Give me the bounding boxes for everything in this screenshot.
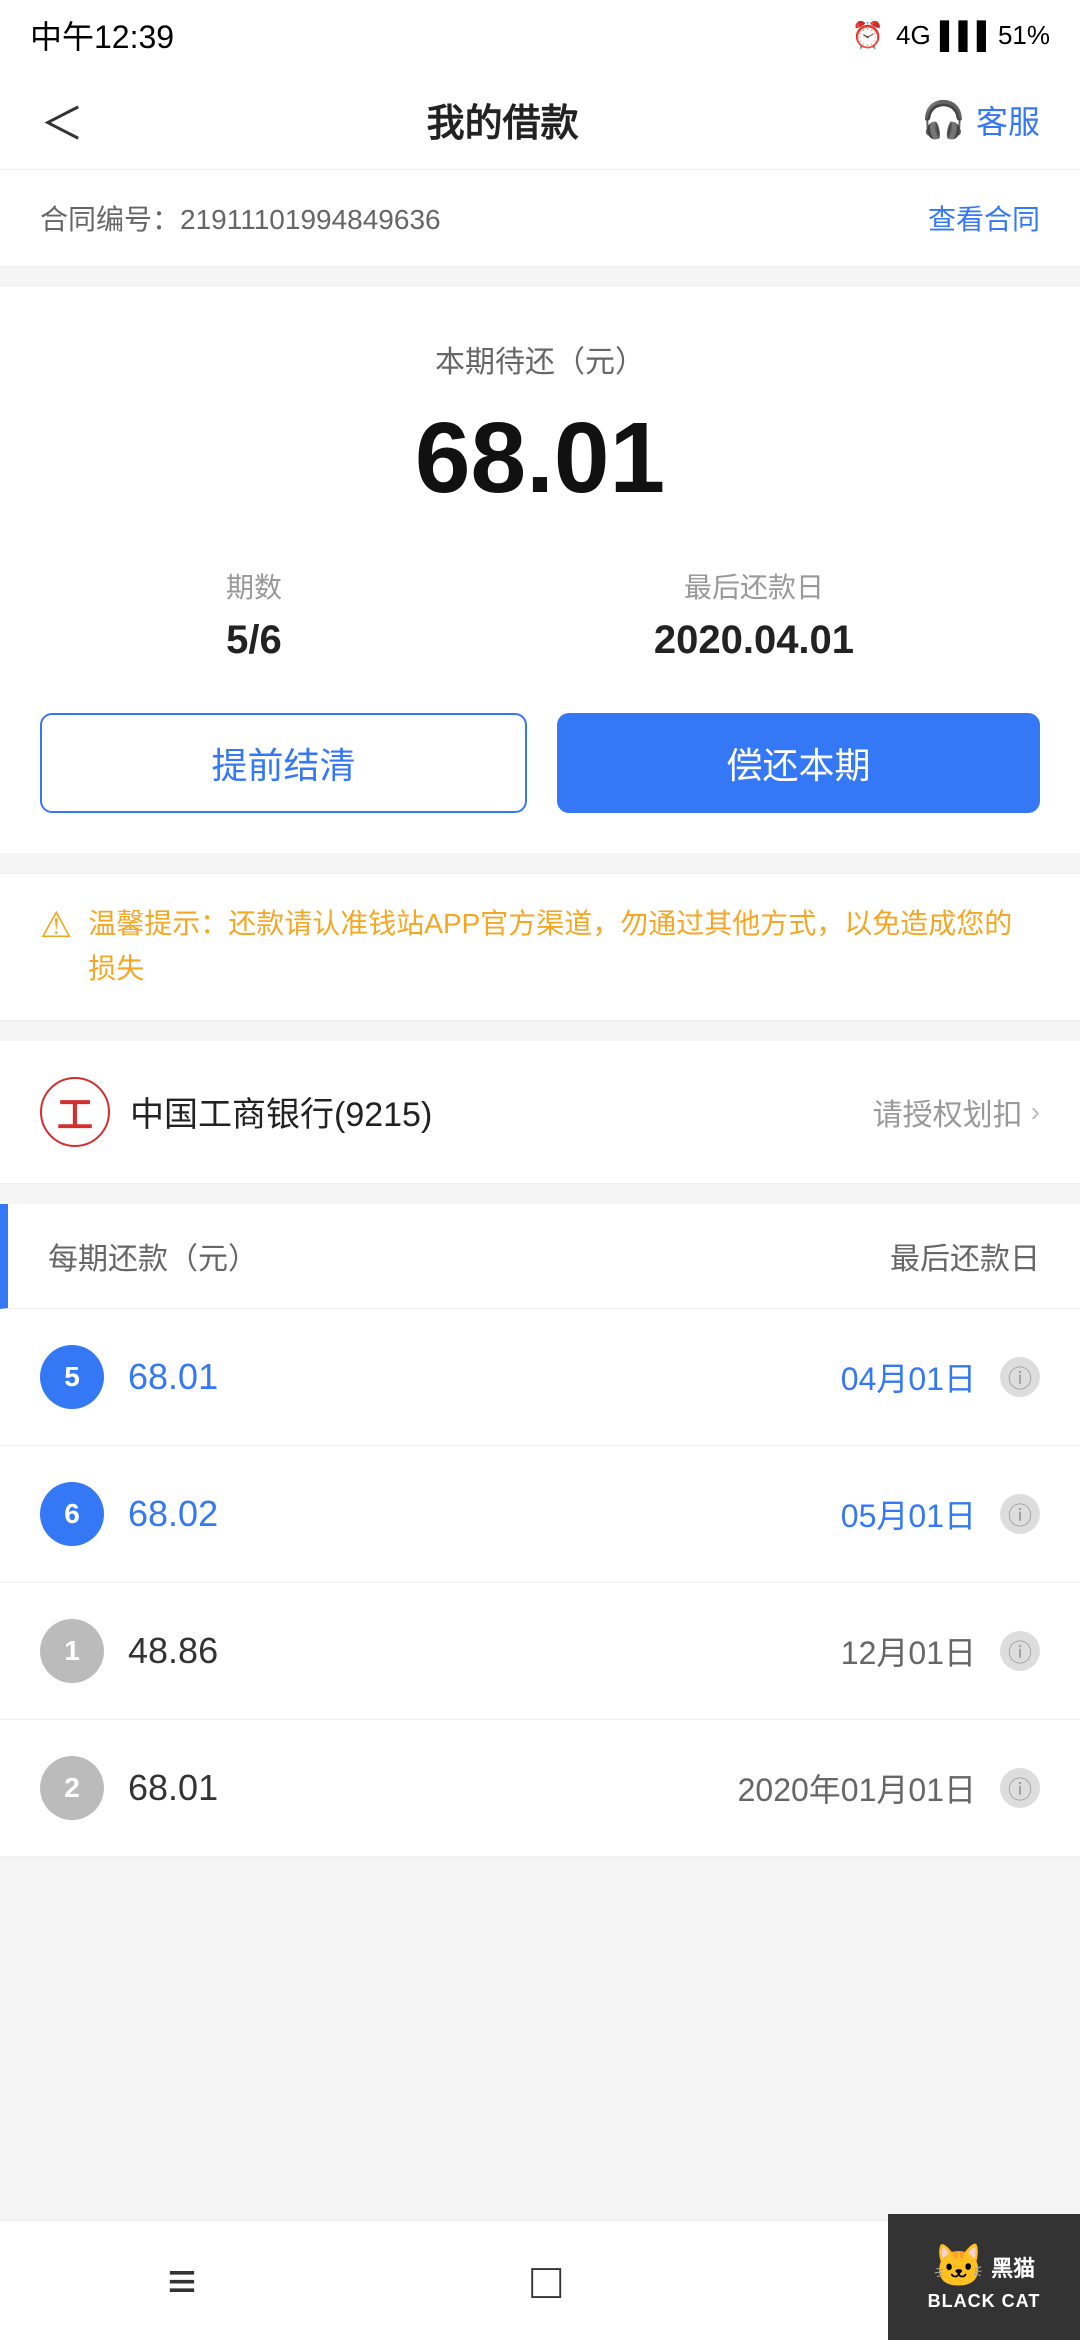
main-card: 本期待还（元） 68.01 期数 5/6 最后还款日 2020.04.01 提前… — [0, 287, 1080, 853]
cat-logo: 🐱 黑猫 — [933, 2242, 1035, 2291]
period-badge-1: 1 — [40, 1619, 104, 1683]
view-contract-link[interactable]: 查看合同 — [928, 198, 1040, 238]
amount-value: 68.01 — [40, 401, 1040, 516]
list-header: 每期还款（元） 最后还款日 — [0, 1204, 1080, 1309]
page-title: 我的借款 — [427, 92, 579, 147]
list-item: 6 68.02 05月01日 ⓘ — [0, 1446, 1080, 1583]
due-date-value: 2020.04.01 — [654, 618, 854, 663]
row-amount-6: 68.02 — [128, 1493, 817, 1535]
home-button[interactable]: □ — [531, 2252, 561, 2310]
period-badge-2: 2 — [40, 1756, 104, 1820]
info-icon-6[interactable]: ⓘ — [1000, 1494, 1040, 1534]
alarm-icon: ⏰ — [852, 20, 884, 51]
black-cat-text: BLACK CAT — [928, 2291, 1041, 2312]
nav-bar: ＜ 我的借款 🎧 客服 — [0, 70, 1080, 170]
row-date-6: 05月01日 — [841, 1491, 976, 1537]
sim-icon: 4G▐▐▐ — [896, 20, 986, 51]
bank-action-label: 请授权划扣 — [873, 1090, 1023, 1134]
list-item: 1 48.86 12月01日 ⓘ — [0, 1583, 1080, 1720]
menu-button[interactable]: ≡ — [167, 2252, 196, 2310]
period-label: 期数 — [226, 566, 282, 606]
battery-icon: 51% — [998, 20, 1050, 51]
repayment-list: 每期还款（元） 最后还款日 5 68.01 04月01日 ⓘ 6 68.02 0… — [0, 1204, 1080, 1857]
period-badge-6: 6 — [40, 1482, 104, 1546]
cat-face-icon: 🐱 — [933, 2242, 985, 2291]
pay-current-period-button[interactable]: 偿还本期 — [557, 713, 1040, 813]
status-bar: 中午12:39 ⏰ 4G▐▐▐ 51% — [0, 0, 1080, 70]
bank-info: 工 中国工商银行(9215) — [40, 1077, 432, 1147]
loan-info: 期数 5/6 最后还款日 2020.04.01 — [40, 566, 1040, 663]
contract-bar: 合同编号：21911101994849636 查看合同 — [0, 170, 1080, 267]
cat-label: 黑猫 — [991, 2251, 1035, 2283]
warning-icon: ⚠ — [40, 904, 72, 946]
list-header-amount: 每期还款（元） — [48, 1234, 258, 1278]
info-icon-5[interactable]: ⓘ — [1000, 1357, 1040, 1397]
row-amount-5: 68.01 — [128, 1356, 817, 1398]
action-buttons: 提前结清 偿还本期 — [40, 713, 1040, 813]
period-info: 期数 5/6 — [226, 566, 282, 663]
bank-action[interactable]: 请授权划扣 › — [873, 1090, 1040, 1134]
row-amount-2: 68.01 — [128, 1767, 714, 1809]
list-header-date: 最后还款日 — [890, 1234, 1040, 1278]
contract-number: 合同编号：21911101994849636 — [40, 198, 441, 238]
row-date-5: 04月01日 — [841, 1354, 976, 1400]
list-item: 2 68.01 2020年01月01日 ⓘ — [0, 1720, 1080, 1857]
info-icon-2[interactable]: ⓘ — [1000, 1768, 1040, 1808]
bank-icon: 工 — [40, 1077, 110, 1147]
notice-text: 温馨提示：还款请认准钱站APP官方渠道，勿通过其他方式，以免造成您的损失 — [88, 902, 1040, 992]
list-item: 5 68.01 04月01日 ⓘ — [0, 1309, 1080, 1446]
due-date-info: 最后还款日 2020.04.01 — [654, 566, 854, 663]
customer-service-label: 客服 — [976, 97, 1040, 143]
bank-row[interactable]: 工 中国工商银行(9215) 请授权划扣 › — [0, 1041, 1080, 1184]
customer-service-button[interactable]: 🎧 客服 — [921, 97, 1040, 143]
info-icon-1[interactable]: ⓘ — [1000, 1631, 1040, 1671]
period-value: 5/6 — [226, 618, 282, 663]
back-button[interactable]: ＜ — [40, 88, 84, 152]
chevron-right-icon: › — [1031, 1096, 1040, 1128]
bank-name: 中国工商银行(9215) — [130, 1087, 432, 1136]
black-cat-watermark: 🐱 黑猫 BLACK CAT — [888, 2214, 1080, 2340]
row-date-1: 12月01日 — [841, 1628, 976, 1674]
row-amount-1: 48.86 — [128, 1630, 817, 1672]
status-time: 中午12:39 — [30, 12, 174, 58]
due-date-label: 最后还款日 — [654, 566, 854, 606]
status-icons: ⏰ 4G▐▐▐ 51% — [852, 20, 1050, 51]
headphone-icon: 🎧 — [921, 99, 966, 141]
period-badge-5: 5 — [40, 1345, 104, 1409]
early-settle-button[interactable]: 提前结清 — [40, 713, 527, 813]
notice-bar: ⚠ 温馨提示：还款请认准钱站APP官方渠道，勿通过其他方式，以免造成您的损失 — [0, 873, 1080, 1021]
row-date-2: 2020年01月01日 — [738, 1765, 976, 1811]
amount-label: 本期待还（元） — [40, 337, 1040, 381]
